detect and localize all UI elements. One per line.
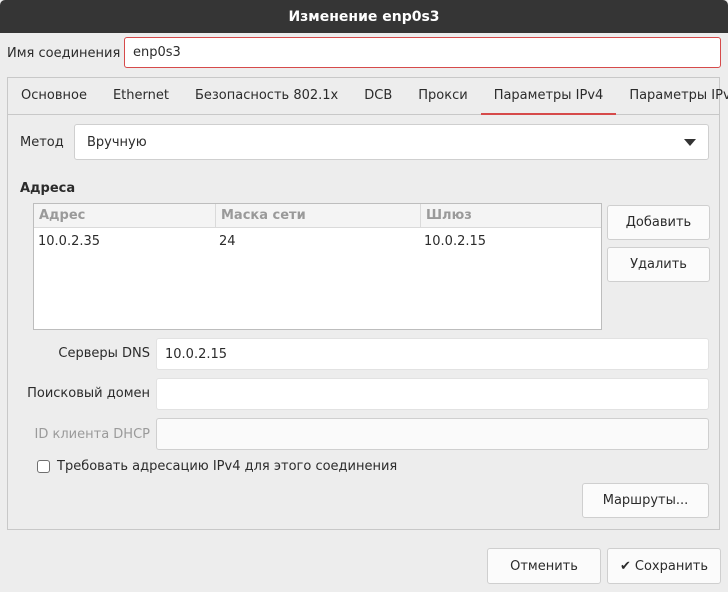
window-title: Изменение enp0s3 <box>288 8 440 25</box>
connection-name-input[interactable] <box>124 37 721 68</box>
column-header-gateway[interactable]: Шлюз <box>420 204 601 227</box>
gateway-cell: 10.0.2.15 <box>424 234 487 249</box>
dns-servers-label: Серверы DNS <box>58 346 150 361</box>
addresses-table[interactable]: Адрес Маска сети Шлюз 10.0.2.35 24 10.0.… <box>33 203 602 330</box>
method-label: Метод <box>20 135 64 150</box>
dhcp-client-id-input[interactable] <box>156 418 709 450</box>
search-domain-label: Поисковый домен <box>27 386 150 401</box>
tab-dcb[interactable]: DCB <box>351 78 405 114</box>
tab-ipv6-settings[interactable]: Параметры IPv6 <box>616 78 728 114</box>
window-title-bar: Изменение enp0s3 <box>0 0 728 33</box>
table-header: Адрес Маска сети Шлюз <box>34 204 601 228</box>
settings-notebook: Основное Ethernet Безопасность 802.1x DC… <box>7 77 728 530</box>
cancel-button[interactable]: Отменить <box>487 548 601 584</box>
tab-general[interactable]: Основное <box>8 78 100 114</box>
tab-ipv4-settings[interactable]: Параметры IPv4 <box>480 78 617 115</box>
method-value: Вручную <box>87 134 147 150</box>
netmask-cell: 24 <box>219 234 236 249</box>
routes-button[interactable]: Маршруты... <box>582 483 709 518</box>
checkmark-icon: ✔ <box>619 558 631 574</box>
save-button-label: Сохранить <box>634 558 709 574</box>
column-header-address[interactable]: Адрес <box>34 204 215 227</box>
add-address-button[interactable]: Добавить <box>607 205 710 240</box>
require-ipv4-checkbox[interactable] <box>37 460 50 473</box>
dhcp-client-id-label: ID клиента DHCP <box>34 427 150 442</box>
column-header-netmask[interactable]: Маска сети <box>215 204 420 227</box>
tab-security-8021x[interactable]: Безопасность 802.1x <box>182 78 351 114</box>
tab-bar: Основное Ethernet Безопасность 802.1x DC… <box>8 78 728 115</box>
save-button[interactable]: ✔ Сохранить <box>607 548 721 584</box>
method-dropdown[interactable]: Вручную <box>74 124 709 160</box>
delete-address-button[interactable]: Удалить <box>607 247 710 282</box>
tab-proxy[interactable]: Прокси <box>405 78 480 114</box>
search-domain-input[interactable] <box>156 378 709 410</box>
chevron-down-icon <box>684 138 696 146</box>
require-ipv4-label[interactable]: Требовать адресацию IPv4 для этого соеди… <box>57 459 397 474</box>
dns-servers-input[interactable] <box>156 338 709 370</box>
address-cell: 10.0.2.35 <box>38 234 101 249</box>
addresses-section-title: Адреса <box>20 181 76 196</box>
connection-name-label: Имя соединения <box>7 46 121 61</box>
tab-ethernet[interactable]: Ethernet <box>100 78 182 114</box>
